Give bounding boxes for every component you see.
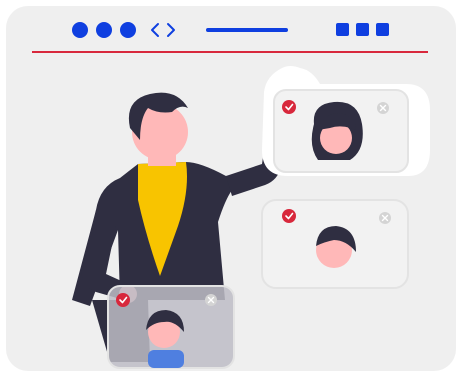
window-square-2	[356, 23, 369, 36]
selected-profile-card-top[interactable]	[262, 66, 430, 176]
selected-profile-card-bottom[interactable]	[107, 285, 235, 369]
window-dot-2	[96, 22, 112, 38]
close-circle-icon[interactable]	[377, 102, 389, 114]
header-divider	[32, 51, 428, 53]
code-brackets-icon	[151, 23, 175, 37]
address-bar-line	[206, 28, 288, 32]
window-dots	[72, 22, 136, 38]
avatar-short-hair-blue-shirt	[146, 310, 184, 368]
avatar-long-hair	[311, 101, 363, 160]
check-circle-icon	[116, 293, 130, 307]
check-circle-icon	[282, 100, 296, 114]
illustration-scene	[0, 0, 462, 377]
check-circle-icon	[282, 209, 296, 223]
window-square-1	[336, 23, 349, 36]
window-squares	[336, 23, 389, 36]
close-circle-icon[interactable]	[205, 294, 217, 306]
illustration-artwork	[32, 22, 430, 369]
window-dot-1	[72, 22, 88, 38]
close-circle-icon[interactable]	[379, 212, 391, 224]
selected-profile-card-middle[interactable]	[261, 199, 409, 289]
window-square-3	[376, 23, 389, 36]
window-dot-3	[120, 22, 136, 38]
